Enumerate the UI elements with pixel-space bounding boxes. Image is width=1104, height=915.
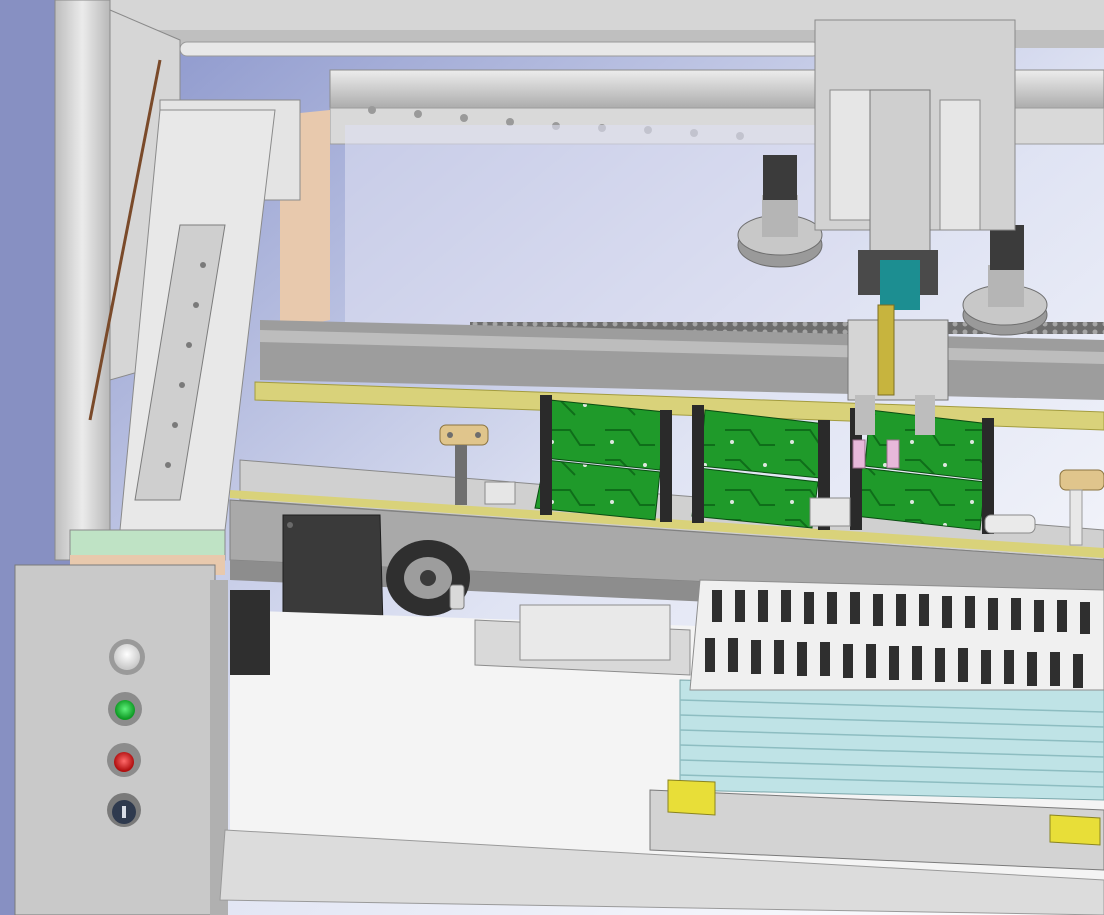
control-panel [14, 564, 228, 915]
cad-machine-render [0, 0, 1104, 915]
support-block [230, 590, 270, 675]
red-stop-button[interactable] [107, 743, 141, 777]
tray-stack [649, 579, 1104, 871]
key-switch-icon[interactable] [107, 793, 141, 827]
handwheel-icon[interactable] [386, 540, 470, 616]
green-start-button[interactable] [108, 692, 142, 726]
white-indicator-button[interactable] [109, 639, 145, 675]
